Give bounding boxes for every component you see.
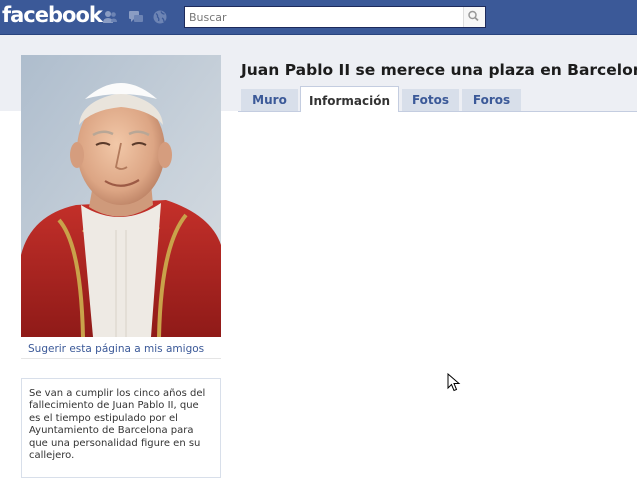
top-navigation-bar: facebook (0, 0, 637, 35)
tab-label: Información (308, 94, 390, 108)
messages-icon[interactable] (128, 9, 144, 25)
search-box (184, 6, 486, 28)
tab-label: Fotos (411, 93, 450, 107)
profile-picture[interactable] (21, 55, 221, 337)
tabs-baseline (238, 111, 637, 112)
friend-requests-icon[interactable] (102, 9, 118, 25)
pope-portrait-image (21, 55, 221, 337)
notifications-icon[interactable] (152, 9, 168, 25)
search-input[interactable] (185, 7, 461, 27)
divider (21, 358, 221, 359)
info-text: Se van a cumplir los cinco años del fall… (29, 388, 206, 462)
facebook-logo[interactable]: facebook (2, 3, 103, 27)
tab-label: Muro (252, 93, 287, 107)
tab-informacion[interactable]: Información (300, 86, 399, 112)
page-title: Juan Pablo II se merece una plaza en Bar… (241, 61, 637, 79)
tab-fotos[interactable]: Fotos (402, 89, 459, 111)
tab-foros[interactable]: Foros (462, 89, 521, 111)
tab-label: Foros (472, 93, 511, 107)
search-button[interactable] (463, 7, 485, 27)
arrow-cursor-icon (447, 373, 461, 392)
search-icon (468, 10, 479, 22)
suggest-page-link[interactable]: Sugerir esta página a mis amigos (28, 343, 204, 355)
tab-muro[interactable]: Muro (241, 89, 298, 111)
info-box: Se van a cumplir los cinco años del fall… (21, 378, 221, 478)
